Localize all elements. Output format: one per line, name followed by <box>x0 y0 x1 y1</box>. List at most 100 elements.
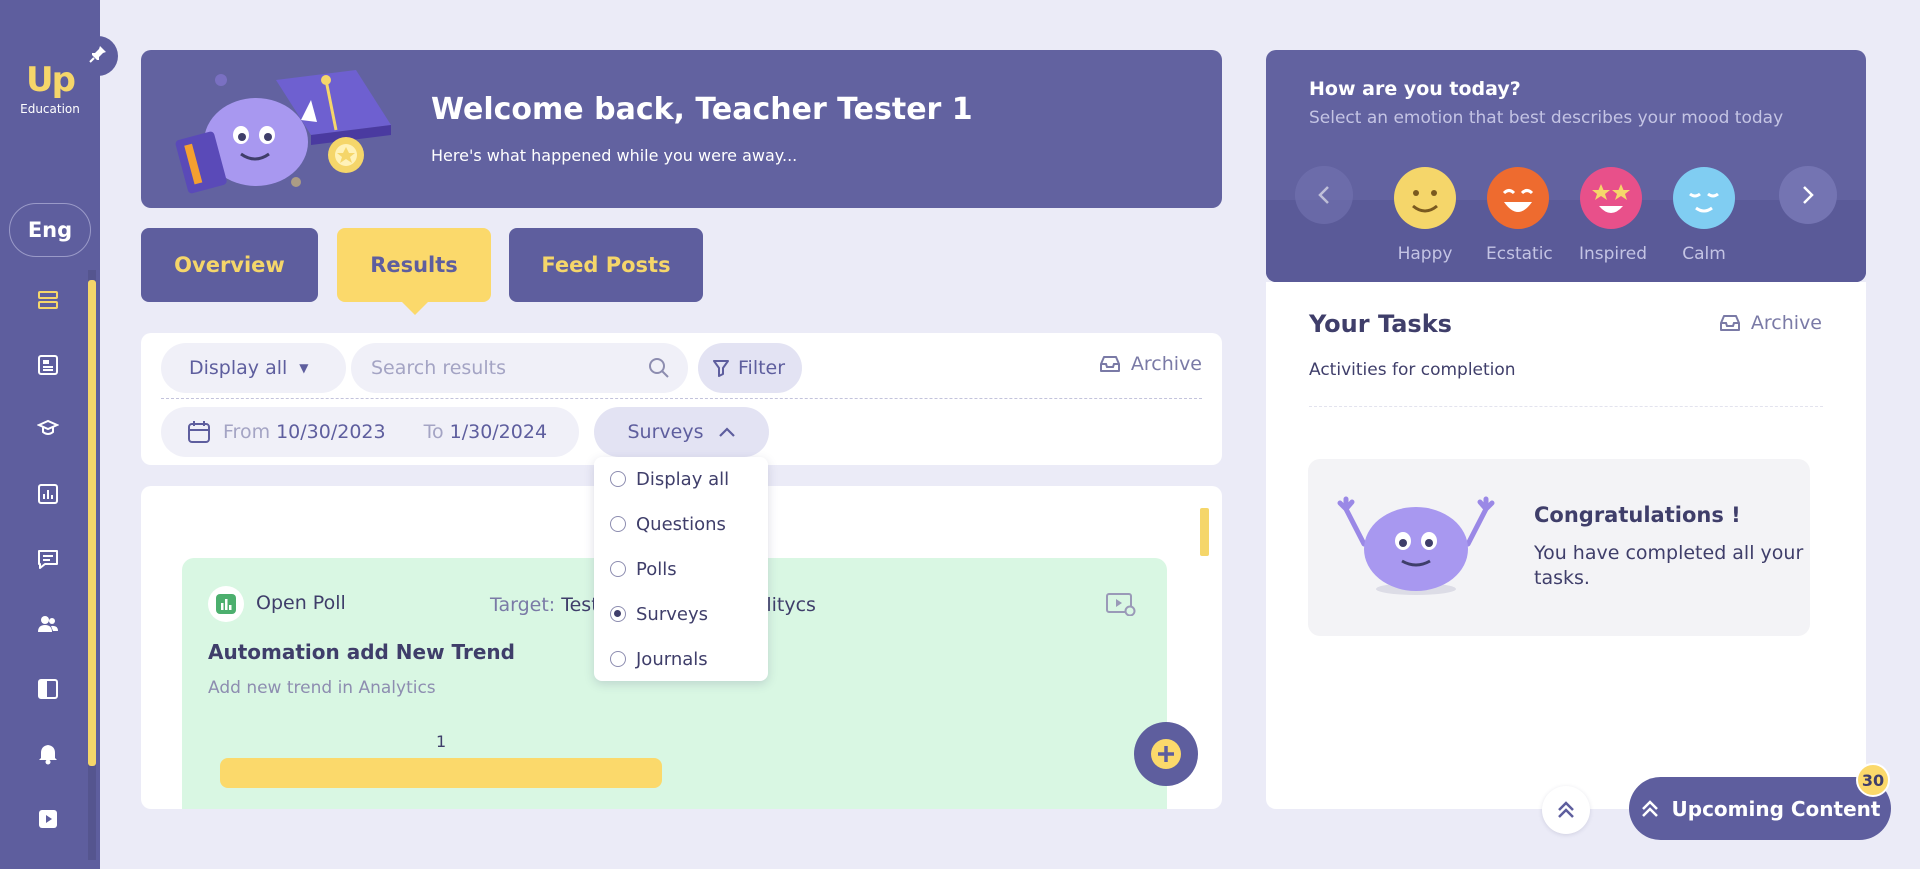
card-count: 1 <box>436 732 447 751</box>
video-settings-icon[interactable] <box>1106 592 1136 620</box>
from-label: From <box>223 421 271 443</box>
courses-icon[interactable] <box>30 411 66 447</box>
to-date[interactable]: 1/30/2024 <box>450 421 547 443</box>
tab-results[interactable]: Results <box>337 228 491 302</box>
pin-icon <box>89 45 107 67</box>
feed-icon[interactable] <box>30 347 66 383</box>
radio-checked-icon <box>610 606 626 622</box>
mood-panel: How are you today? Select an emotion tha… <box>1266 50 1866 282</box>
mood-next-button[interactable] <box>1779 166 1837 224</box>
tab-feed-posts[interactable]: Feed Posts <box>509 228 703 302</box>
upcoming-content-button[interactable]: Upcoming Content <box>1629 777 1891 840</box>
video-icon[interactable] <box>30 801 66 837</box>
pages-icon[interactable] <box>30 671 66 707</box>
tab-overview[interactable]: Overview <box>141 228 318 302</box>
plus-icon <box>1150 738 1182 770</box>
filter-button[interactable]: Filter <box>698 343 802 393</box>
sidebar-scroll-thumb[interactable] <box>88 280 96 766</box>
results-scrollbar[interactable] <box>1200 508 1209 556</box>
archive-label: Archive <box>1130 353 1202 375</box>
home-icon[interactable] <box>30 282 66 318</box>
inspired-emoji-icon <box>1580 167 1642 229</box>
ecstatic-emoji-icon <box>1487 167 1549 229</box>
congrats-title: Congratulations ! <box>1534 503 1741 527</box>
add-button[interactable] <box>1134 722 1198 786</box>
mood-prev-button[interactable] <box>1295 166 1353 224</box>
poll-icon <box>208 586 244 622</box>
double-chevron-up-icon <box>1556 799 1576 821</box>
mascot-graduation-illustration <box>161 50 421 208</box>
active-tab-indicator <box>402 302 428 315</box>
result-bar <box>220 758 662 788</box>
calendar-icon <box>187 420 211 444</box>
chevron-right-icon <box>1801 185 1815 205</box>
happy-emoji-icon <box>1394 167 1456 229</box>
upcoming-label: Upcoming Content <box>1671 796 1881 821</box>
search-placeholder: Search results <box>371 357 506 379</box>
target-label: Target: <box>490 594 556 616</box>
option-label: Journals <box>636 648 708 670</box>
dropdown-option-polls[interactable]: Polls <box>610 557 677 581</box>
dropdown-option-questions[interactable]: Questions <box>610 512 726 536</box>
type-select[interactable]: Surveys <box>594 407 769 457</box>
option-label: Questions <box>636 513 726 535</box>
upcoming-count-badge: 30 <box>1856 763 1890 797</box>
dropdown-option-journals[interactable]: Journals <box>610 647 708 671</box>
emotion-happy[interactable]: Happy <box>1393 166 1457 264</box>
mood-title: How are you today? <box>1309 78 1521 100</box>
type-dropdown-menu: Display all Questions Polls Surveys Jour… <box>594 457 768 681</box>
scroll-to-top-button[interactable] <box>1542 786 1590 834</box>
tasks-subtitle: Activities for completion <box>1309 360 1516 380</box>
filter-panel: Display all ▼ Search results Filter Arch… <box>141 333 1222 465</box>
archive-icon <box>1719 314 1741 332</box>
tasks-panel: Your Tasks Archive Activities for comple… <box>1266 282 1866 809</box>
emotion-label: Ecstatic <box>1486 244 1553 264</box>
welcome-subtitle: Here's what happened while you were away… <box>431 146 798 165</box>
archive-button[interactable]: Archive <box>1099 353 1202 375</box>
double-chevron-up-icon <box>1640 798 1660 820</box>
tasks-title: Your Tasks <box>1309 310 1452 338</box>
caret-down-icon: ▼ <box>299 361 309 375</box>
emotion-label: Happy <box>1397 244 1453 264</box>
congrats-card: Congratulations ! You have completed all… <box>1308 459 1810 636</box>
groups-icon[interactable] <box>30 606 66 642</box>
tasks-archive-button[interactable]: Archive <box>1719 312 1822 334</box>
archive-icon <box>1099 355 1121 373</box>
option-label: Surveys <box>636 603 708 625</box>
divider <box>1309 406 1823 407</box>
option-label: Polls <box>636 558 677 580</box>
from-date[interactable]: 10/30/2023 <box>276 421 386 443</box>
radio-icon <box>610 516 626 532</box>
language-switcher[interactable]: Eng <box>9 203 91 257</box>
welcome-banner: Welcome back, Teacher Tester 1 Here's wh… <box>141 50 1222 208</box>
emotion-calm[interactable]: Calm <box>1672 166 1736 264</box>
search-input[interactable]: Search results <box>351 343 688 393</box>
messages-icon[interactable] <box>30 541 66 577</box>
card-title: Automation add New Trend <box>208 640 515 664</box>
option-label: Display all <box>636 468 730 490</box>
mood-subtitle: Select an emotion that best describes yo… <box>1309 108 1784 128</box>
display-all-select[interactable]: Display all ▼ <box>161 343 346 393</box>
search-icon[interactable] <box>648 357 670 384</box>
emotion-label: Calm <box>1682 244 1726 264</box>
dropdown-option-display-all[interactable]: Display all <box>610 467 729 491</box>
dropdown-option-surveys[interactable]: Surveys <box>610 602 708 626</box>
chevron-up-icon <box>718 426 736 438</box>
sidebar: Up Education Eng <box>0 0 100 869</box>
chevron-left-icon <box>1317 185 1331 205</box>
notifications-icon[interactable] <box>30 736 66 772</box>
welcome-title: Welcome back, Teacher Tester 1 <box>431 92 973 127</box>
divider <box>161 398 1202 399</box>
date-range-picker[interactable]: From 10/30/2023 To 1/30/2024 <box>161 407 579 457</box>
pin-sidebar-button[interactable] <box>78 36 118 76</box>
radio-icon <box>610 651 626 667</box>
card-description: Add new trend in Analytics <box>208 678 436 698</box>
congrats-text: You have completed all your tasks. <box>1534 542 1804 589</box>
calm-emoji-icon <box>1673 167 1735 229</box>
emotion-ecstatic[interactable]: Ecstatic <box>1486 166 1553 264</box>
emotion-inspired[interactable]: Inspired <box>1579 166 1647 264</box>
analytics-icon[interactable] <box>30 476 66 512</box>
radio-icon <box>610 561 626 577</box>
filter-icon <box>712 359 730 377</box>
mood-wave <box>1266 200 1866 282</box>
